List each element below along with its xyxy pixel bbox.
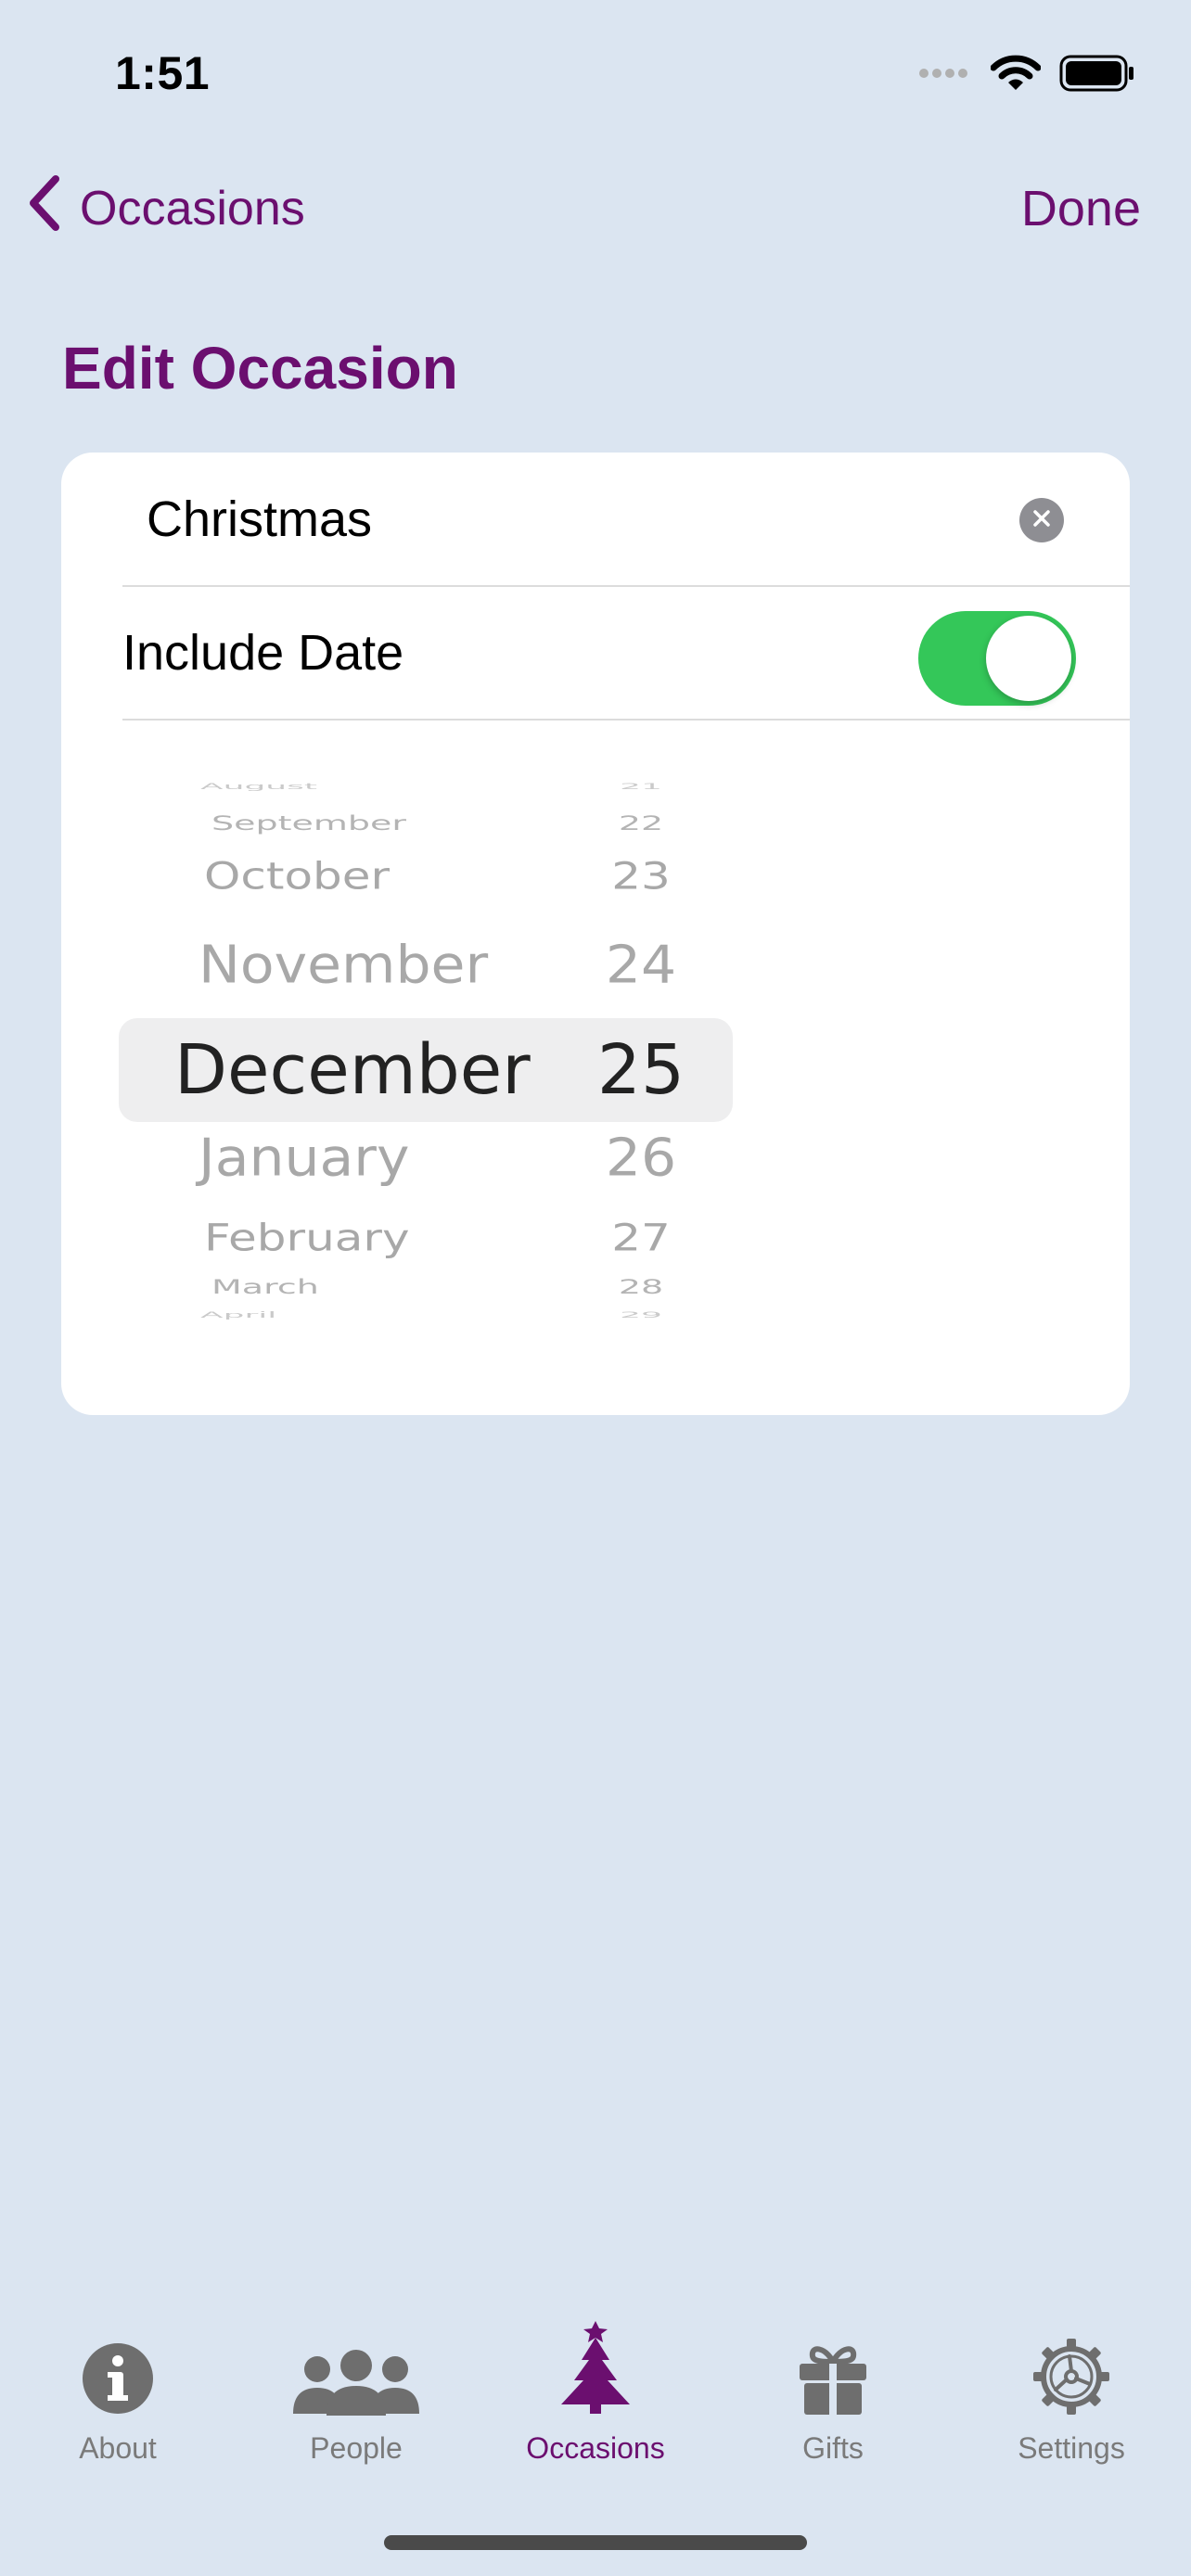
occasion-name-row <box>61 453 1130 585</box>
picker-day-option[interactable]: 29 <box>581 1310 701 1319</box>
page-title: Edit Occasion <box>62 335 458 402</box>
picker-month-option[interactable]: February <box>204 1217 410 1259</box>
battery-icon <box>1059 55 1135 96</box>
picker-day-option[interactable]: 24 <box>581 935 701 995</box>
divider <box>122 719 1130 721</box>
back-button-label: Occasions <box>80 182 305 236</box>
tab-settings[interactable]: Settings <box>974 2318 1169 2485</box>
picker-month-option[interactable]: October <box>204 855 390 898</box>
wifi-icon <box>990 55 1042 96</box>
picker-day-option[interactable]: 22 <box>581 813 701 834</box>
toggle-knob <box>986 616 1071 701</box>
status-bar: 1:51 <box>0 0 1191 139</box>
gear-icon <box>1032 2338 1110 2420</box>
tab-label-settings: Settings <box>1018 2431 1125 2465</box>
picker-day-option[interactable]: 26 <box>581 1128 701 1188</box>
occasion-form-card: Include Date August September October Novem… <box>61 453 1130 1415</box>
christmas-tree-icon <box>556 2317 635 2420</box>
tab-bar: About People Occasions Gifts Settings <box>0 2318 1191 2504</box>
tab-people[interactable]: People <box>259 2318 454 2485</box>
close-icon <box>1032 509 1051 532</box>
clear-text-button[interactable] <box>1019 498 1064 542</box>
navigation-bar: Occasions Done <box>0 167 1191 250</box>
tab-label-occasions: Occasions <box>526 2431 665 2465</box>
picker-day-option[interactable]: 21 <box>581 782 701 790</box>
chevron-left-icon <box>26 173 63 245</box>
picker-month-option[interactable]: November <box>198 935 488 995</box>
home-indicator <box>384 2535 807 2550</box>
occasion-name-input[interactable] <box>147 484 981 555</box>
info-icon <box>81 2341 155 2420</box>
include-date-toggle[interactable] <box>918 611 1076 706</box>
picker-month-option[interactable]: August <box>200 782 317 790</box>
tab-label-about: About <box>79 2431 157 2465</box>
picker-month-option[interactable]: March <box>211 1277 319 1297</box>
done-button[interactable]: Done <box>1021 167 1141 250</box>
back-button[interactable]: Occasions <box>26 167 305 250</box>
picker-month-option[interactable]: September <box>211 813 406 834</box>
gift-icon <box>798 2341 868 2420</box>
date-picker-wheel[interactable]: August September October November December Ja… <box>61 782 1130 1333</box>
cellular-signal-icon <box>918 67 972 84</box>
tab-label-people: People <box>310 2431 403 2465</box>
status-icons <box>918 52 1135 98</box>
picker-month-option[interactable]: January <box>198 1128 409 1188</box>
tab-occasions[interactable]: Occasions <box>498 2318 693 2485</box>
tab-gifts[interactable]: Gifts <box>736 2318 930 2485</box>
picker-day-option[interactable]: 27 <box>581 1217 701 1259</box>
picker-month-option[interactable]: December <box>174 1018 531 1122</box>
picker-month-option[interactable]: April <box>200 1310 276 1319</box>
tab-label-gifts: Gifts <box>802 2431 864 2465</box>
people-icon <box>289 2349 423 2420</box>
include-date-label: Include Date <box>122 625 404 681</box>
include-date-row: Include Date <box>61 587 1130 719</box>
picker-day-option[interactable]: 25 <box>581 1018 701 1122</box>
tab-about[interactable]: About <box>20 2318 215 2485</box>
picker-day-option[interactable]: 28 <box>581 1277 701 1297</box>
status-time: 1:51 <box>115 47 211 99</box>
picker-day-option[interactable]: 23 <box>581 855 701 898</box>
